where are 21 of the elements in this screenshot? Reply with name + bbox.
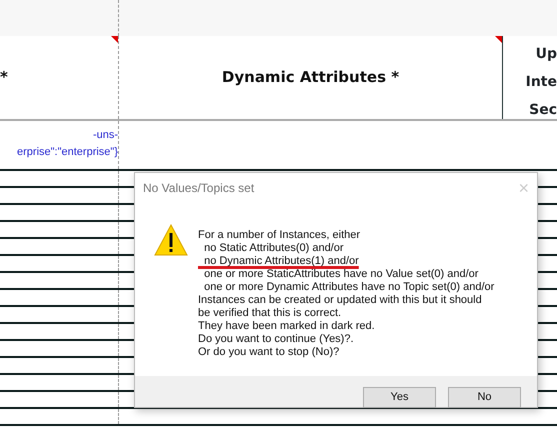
message-line: They have been marked in dark red. xyxy=(198,320,375,333)
cell-text: erprise":"enterprise"} xyxy=(17,145,118,160)
dialog-button[interactable]: No xyxy=(448,387,521,408)
column-header-line: Up xyxy=(536,45,557,64)
column-header: * xyxy=(0,67,8,88)
message-line: be verified that this is correct. xyxy=(198,307,342,320)
dialog-button[interactable]: Yes xyxy=(363,387,436,408)
column-header-line: Sec xyxy=(529,101,557,120)
message-line: Do you want to continue (Yes)?. xyxy=(198,333,354,346)
message-line: Instances can be created or updated with this but it should xyxy=(198,294,482,307)
message-line: For a number of Instances, either xyxy=(198,229,360,242)
column-header-line: Inte xyxy=(526,73,557,92)
column-header: Dynamic Attributes * xyxy=(222,67,400,88)
message-line: one or more Dynamic Attributes have no Topic set(0) and/or xyxy=(203,281,494,294)
warning-icon xyxy=(154,224,188,256)
cell-text: -uns- xyxy=(92,128,118,143)
message-line: Or do you want to stop (No)? xyxy=(198,346,340,359)
message-line: no Dynamic Attributes(1) and/or xyxy=(203,255,359,268)
message-line: one or more StaticAttributes have no Value set(0) and/or xyxy=(203,268,478,281)
message-line: no Static Attributes(0) and/or xyxy=(203,242,344,255)
dialog-title: No Values/Topics set xyxy=(143,180,254,196)
